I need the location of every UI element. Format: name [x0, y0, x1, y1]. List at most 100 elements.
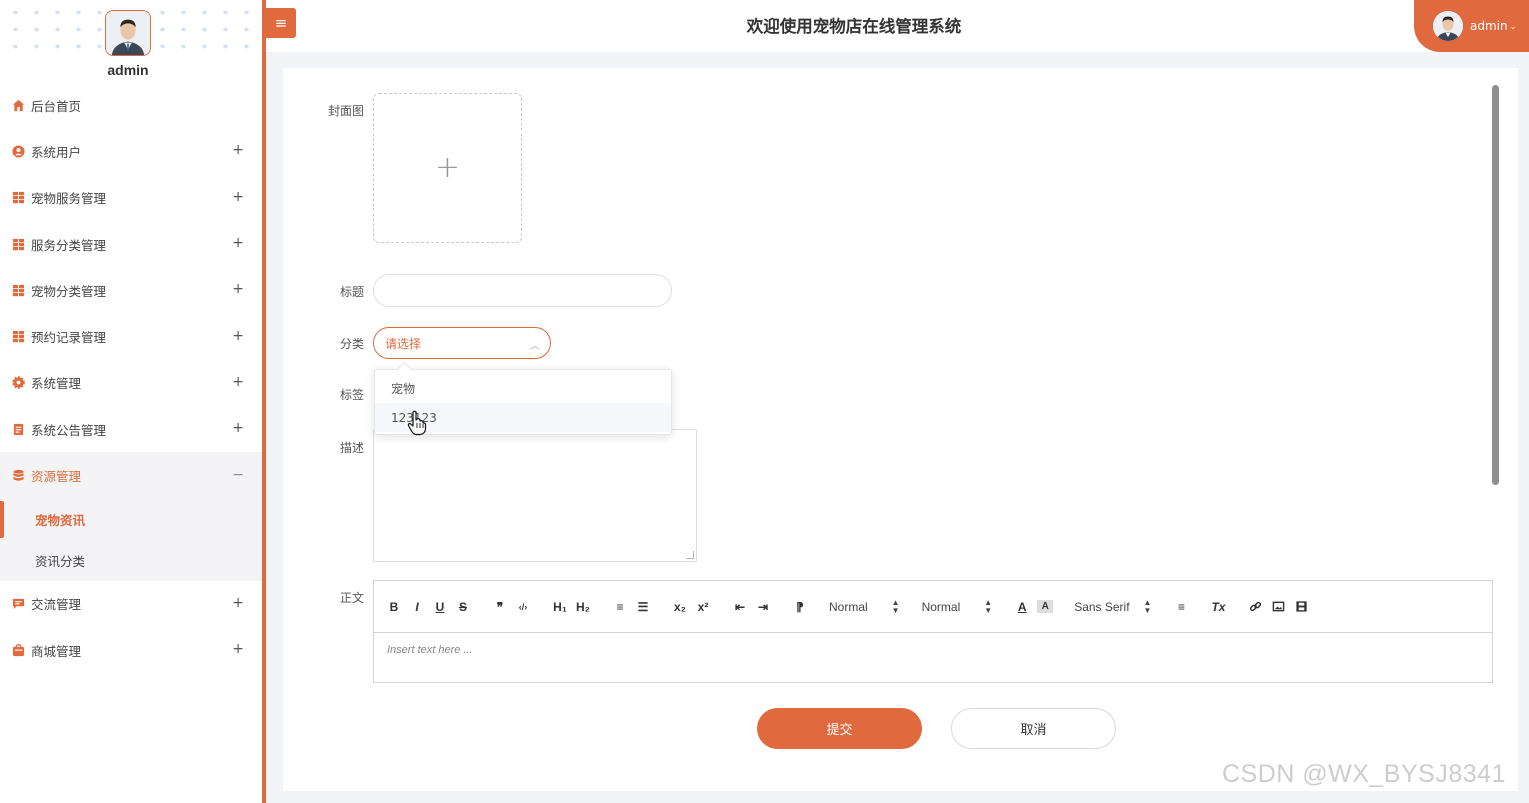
outdent-button[interactable]: ⇤ — [732, 597, 748, 617]
text-color-button[interactable]: A — [1014, 597, 1030, 617]
background-color-button[interactable]: A — [1037, 600, 1054, 613]
bullet-list-button[interactable]: ☰ — [635, 597, 651, 617]
body-label: 正文 — [339, 591, 364, 605]
notice-icon — [12, 423, 25, 436]
sidebar-item-label: 后台首页 — [31, 98, 82, 114]
sidebar-item-home[interactable]: 后台首页 — [0, 82, 262, 128]
sidebar-menu: 后台首页 系统用户 + 宠物服务管理 + 服务分类管理 + 宠物分类管理 + 预… — [0, 82, 262, 673]
sidebar-item-shop[interactable]: 商城管理 + — [0, 627, 262, 673]
sidebar-subitem-pet-news[interactable]: 宠物资讯 — [0, 499, 262, 540]
shop-icon — [12, 643, 25, 657]
tag-label: 标签 — [339, 388, 364, 402]
dropdown-option[interactable]: 宠物 — [375, 374, 671, 403]
sidebar-item-system-users[interactable]: 系统用户 + — [0, 128, 262, 174]
dropdown-option-label: 宠物 — [391, 382, 416, 396]
ordered-list-button[interactable]: ≡ — [612, 597, 628, 617]
user-icon — [12, 145, 25, 158]
database-icon — [12, 469, 25, 482]
sidebar-item-announcements[interactable]: 系统公告管理 + — [0, 406, 262, 452]
page-title: 欢迎使用宠物店在线管理系统 — [746, 17, 962, 36]
italic-button[interactable]: I — [409, 597, 425, 617]
sidebar-item-communication[interactable]: 交流管理 + — [0, 581, 262, 627]
grid-icon — [12, 191, 25, 204]
sidebar-item-pet-categories[interactable]: 宠物分类管理 + — [0, 267, 262, 313]
expand-icon[interactable]: + — [232, 235, 244, 251]
user-menu[interactable]: admin ⌄ — [1414, 0, 1529, 52]
h2-button[interactable]: H₂ — [575, 597, 591, 617]
select-arrows-icon: ▲ ▼ — [1143, 597, 1152, 615]
sidebar-subitem-label: 资讯分类 — [35, 553, 86, 569]
subscript-button[interactable]: x₂ — [672, 597, 688, 617]
font-family-value: Sans Serif — [1074, 599, 1130, 614]
avatar[interactable] — [105, 10, 151, 56]
select-arrows-icon: ▲ ▼ — [984, 597, 993, 615]
sidebar-item-label: 预约记录管理 — [31, 330, 107, 346]
strike-button[interactable]: S — [455, 597, 471, 617]
font-size-value: Normal — [829, 599, 868, 614]
category-label: 分类 — [339, 337, 364, 351]
sidebar-item-system-management[interactable]: 系统管理 + — [0, 360, 262, 406]
resize-handle-icon[interactable] — [686, 551, 694, 559]
sidebar-item-label: 宠物服务管理 — [31, 191, 107, 207]
sidebar-item-resources[interactable]: 资源管理 − — [0, 452, 262, 499]
font-size-select[interactable]: Normal ▲ ▼ — [829, 597, 900, 615]
blockquote-button[interactable]: ❞ — [492, 597, 508, 617]
h1-button[interactable]: H₁ — [552, 597, 568, 617]
superscript-button[interactable]: x² — [695, 597, 711, 617]
sidebar: admin 后台首页 系统用户 + 宠物服务管理 + 服务分类管理 + 宠物分类… — [0, 0, 262, 803]
grid-icon — [12, 284, 25, 297]
underline-button[interactable]: U — [432, 597, 448, 617]
font-family-select[interactable]: Sans Serif ▲ ▼ — [1074, 597, 1152, 615]
expand-icon[interactable]: + — [232, 328, 244, 344]
align-button[interactable]: ≡ — [1173, 597, 1189, 617]
clear-format-button[interactable]: Tx — [1210, 597, 1226, 617]
rich-text-editor: B I U S ❞ ‹/› H₁ H₂ ≡ ☰ x₂ x² ⇤ ⇥ ⁋ Norm… — [373, 580, 1493, 683]
indent-button[interactable]: ⇥ — [755, 597, 771, 617]
sidebar-item-label: 系统管理 — [31, 376, 82, 392]
sidebar-item-label: 系统公告管理 — [31, 422, 107, 438]
header-value: Normal — [921, 599, 961, 614]
avatar — [1433, 11, 1463, 41]
description-textarea[interactable] — [373, 429, 697, 562]
category-select[interactable]: 请选择 ︿ — [373, 327, 551, 359]
header-username: admin — [1470, 19, 1508, 33]
sidebar-divider — [262, 0, 266, 803]
scrollbar[interactable] — [1492, 85, 1499, 485]
bold-button[interactable]: B — [386, 597, 402, 617]
select-arrows-icon: ▲ ▼ — [891, 597, 900, 615]
cancel-button[interactable]: 取消 — [951, 708, 1116, 749]
code-block-button[interactable]: ‹/› — [515, 597, 531, 617]
expand-icon[interactable]: + — [232, 595, 244, 611]
expand-icon[interactable]: + — [232, 281, 244, 297]
image-icon[interactable] — [1270, 597, 1286, 617]
home-icon — [12, 99, 25, 112]
grid-icon — [12, 330, 25, 343]
video-icon[interactable] — [1293, 597, 1309, 617]
sidebar-item-pet-services[interactable]: 宠物服务管理 + — [0, 175, 262, 221]
chevron-down-icon: ⌄ — [1509, 21, 1517, 31]
editor-placeholder[interactable]: Insert text here ... — [387, 644, 473, 656]
chat-icon — [12, 597, 25, 610]
header-select[interactable]: Normal ▲ ▼ — [921, 597, 993, 615]
editor-toolbar: B I U S ❞ ‹/› H₁ H₂ ≡ ☰ x₂ x² ⇤ ⇥ ⁋ Norm… — [374, 581, 1492, 633]
expand-icon[interactable]: + — [232, 374, 244, 390]
expand-icon[interactable]: + — [232, 189, 244, 205]
collapse-icon[interactable]: − — [232, 467, 244, 483]
sidebar-item-label: 服务分类管理 — [31, 237, 107, 253]
gear-icon — [12, 376, 25, 390]
text-direction-button[interactable]: ⁋ — [792, 597, 808, 617]
sidebar-subitem-news-categories[interactable]: 资讯分类 — [0, 540, 262, 581]
sidebar-item-label: 交流管理 — [31, 597, 82, 613]
hand-cursor-icon — [407, 410, 427, 436]
link-icon[interactable] — [1247, 597, 1263, 617]
title-input[interactable] — [373, 274, 672, 307]
expand-icon[interactable]: + — [232, 420, 244, 436]
title-label: 标题 — [339, 285, 364, 299]
sidebar-item-service-categories[interactable]: 服务分类管理 + — [0, 221, 262, 267]
sidebar-item-appointments[interactable]: 预约记录管理 + — [0, 313, 262, 359]
submit-button[interactable]: 提交 — [757, 708, 922, 749]
expand-icon[interactable]: + — [232, 641, 244, 657]
expand-icon[interactable]: + — [232, 142, 244, 158]
cover-upload[interactable]: + — [373, 93, 522, 243]
sidebar-subitem-label: 宠物资讯 — [35, 512, 86, 528]
